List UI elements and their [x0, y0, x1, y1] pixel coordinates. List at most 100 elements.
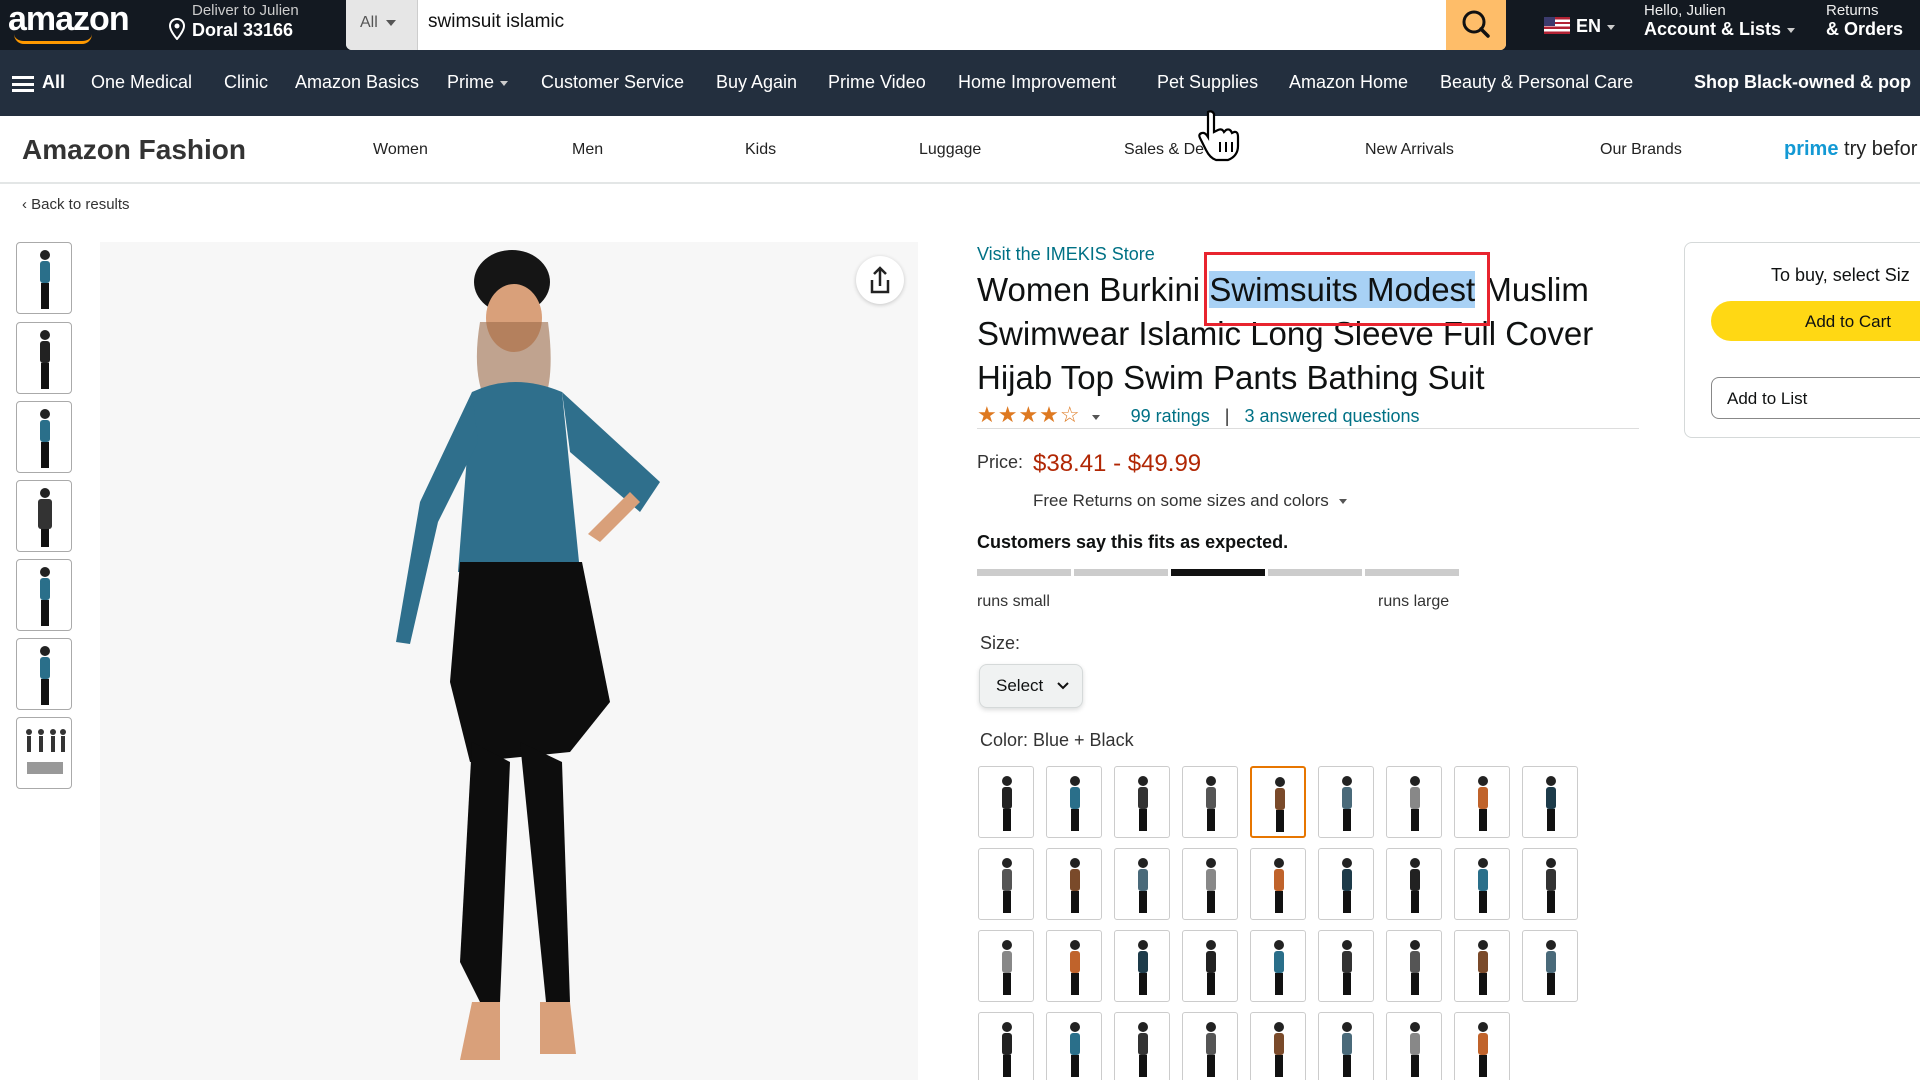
back-to-results-link[interactable]: ‹ Back to results	[22, 196, 130, 213]
color-swatch[interactable]	[1386, 930, 1442, 1002]
color-swatch[interactable]	[1454, 930, 1510, 1002]
figure-icon	[1138, 1022, 1148, 1077]
color-swatch[interactable]	[1250, 848, 1306, 920]
figure-icon	[1070, 858, 1080, 913]
fashion-kids[interactable]: Kids	[745, 141, 776, 159]
nav-all[interactable]: All	[42, 72, 65, 93]
figure-icon	[1070, 776, 1080, 831]
product-thumbnail[interactable]	[16, 242, 72, 314]
color-swatch[interactable]	[1250, 930, 1306, 1002]
amazon-fashion-brand[interactable]: Amazon Fashion	[22, 134, 246, 166]
color-swatch[interactable]	[1250, 766, 1306, 838]
title-before: Women Burkini	[977, 271, 1210, 308]
color-swatch[interactable]	[1114, 1012, 1170, 1080]
product-thumbnail[interactable]	[16, 559, 72, 631]
color-swatch[interactable]	[1454, 848, 1510, 920]
fashion-women[interactable]: Women	[373, 141, 428, 159]
figure-icon	[1342, 858, 1352, 913]
nav-one-medical[interactable]: One Medical	[91, 72, 192, 93]
color-swatch[interactable]	[1386, 766, 1442, 838]
returns-orders[interactable]: Returns & Orders	[1826, 2, 1903, 40]
nav-amazon-basics[interactable]: Amazon Basics	[295, 72, 419, 93]
color-swatch[interactable]	[1386, 1012, 1442, 1080]
color-swatch[interactable]	[1386, 848, 1442, 920]
fashion-subnav: Amazon Fashion Women Men Kids Luggage Sa…	[0, 116, 1920, 184]
product-thumbnail[interactable]	[16, 322, 72, 394]
free-returns-link[interactable]: Free Returns on some sizes and colors	[1033, 491, 1347, 511]
color-swatch[interactable]	[978, 848, 1034, 920]
nav-pet-supplies[interactable]: Pet Supplies	[1157, 72, 1258, 93]
color-swatch[interactable]	[1182, 766, 1238, 838]
color-swatch[interactable]	[1046, 766, 1102, 838]
search-bar: All	[346, 0, 1506, 50]
search-input[interactable]	[428, 0, 1428, 44]
nav-clinic[interactable]: Clinic	[224, 72, 268, 93]
size-label: Size:	[980, 633, 1021, 653]
nav-prime-video[interactable]: Prime Video	[828, 72, 926, 93]
fashion-men[interactable]: Men	[572, 141, 603, 159]
fashion-luggage[interactable]: Luggage	[919, 141, 981, 159]
figure-icon	[1138, 940, 1148, 995]
product-thumbnail[interactable]	[16, 401, 72, 473]
language-selector[interactable]: EN	[1544, 16, 1616, 37]
color-swatch[interactable]	[1318, 766, 1374, 838]
color-swatch[interactable]	[1046, 1012, 1102, 1080]
color-swatch[interactable]	[1046, 848, 1102, 920]
color-swatch[interactable]	[1522, 930, 1578, 1002]
account-lists[interactable]: Hello, Julien Account & Lists	[1644, 2, 1796, 40]
search-category-dropdown[interactable]: All	[346, 0, 418, 50]
color-swatch[interactable]	[1318, 1012, 1374, 1080]
add-to-list-button[interactable]: Add to List	[1711, 377, 1920, 419]
color-swatch[interactable]	[1114, 930, 1170, 1002]
color-swatch[interactable]	[978, 1012, 1034, 1080]
color-swatch[interactable]	[1522, 848, 1578, 920]
color-swatch[interactable]	[1182, 1012, 1238, 1080]
hamburger-menu-icon[interactable]	[12, 76, 34, 92]
color-swatch[interactable]	[978, 766, 1034, 838]
star-rating-icon[interactable]: ★★★★☆	[977, 402, 1081, 427]
figure-icon	[1002, 858, 1012, 913]
fashion-sales-deals[interactable]: Sales & De	[1124, 141, 1204, 159]
prime-try-before[interactable]: prime try befor	[1784, 138, 1917, 161]
nav-beauty-personal-care[interactable]: Beauty & Personal Care	[1440, 72, 1633, 93]
fashion-our-brands[interactable]: Our Brands	[1600, 141, 1682, 159]
size-select[interactable]: Select	[979, 664, 1083, 708]
color-swatch[interactable]	[1250, 1012, 1306, 1080]
color-swatch[interactable]	[1454, 766, 1510, 838]
product-thumbnail[interactable]	[16, 717, 72, 789]
chevron-down-icon[interactable]	[1091, 414, 1100, 420]
color-swatch[interactable]	[1454, 1012, 1510, 1080]
fit-scale-segment	[1268, 569, 1362, 576]
store-link[interactable]: Visit the IMEKIS Store	[977, 244, 1155, 265]
color-swatch[interactable]	[1046, 930, 1102, 1002]
fashion-new-arrivals[interactable]: New Arrivals	[1365, 141, 1454, 159]
fit-runs-small: runs small	[977, 593, 1050, 610]
figure-icon	[1138, 776, 1148, 831]
color-swatch[interactable]	[1182, 930, 1238, 1002]
product-thumbnail[interactable]	[16, 480, 72, 552]
nav-amazon-home[interactable]: Amazon Home	[1289, 72, 1408, 93]
figure-icon	[1274, 940, 1284, 995]
add-to-cart-button[interactable]: Add to Cart	[1711, 301, 1920, 341]
color-swatch[interactable]	[1114, 766, 1170, 838]
color-swatch[interactable]	[1182, 848, 1238, 920]
color-swatch[interactable]	[1522, 766, 1578, 838]
color-swatch[interactable]	[1318, 848, 1374, 920]
nav-buy-again[interactable]: Buy Again	[716, 72, 797, 93]
share-button[interactable]	[856, 256, 904, 304]
figure-icon	[1410, 1022, 1420, 1077]
product-thumbnail[interactable]	[16, 638, 72, 710]
color-swatch[interactable]	[1114, 848, 1170, 920]
color-swatch[interactable]	[978, 930, 1034, 1002]
figure-icon	[1206, 858, 1216, 913]
ratings-count-link[interactable]: 99 ratings	[1131, 406, 1210, 426]
main-product-image[interactable]	[100, 242, 918, 1080]
search-button[interactable]	[1446, 0, 1506, 50]
fit-summary: Customers say this fits as expected.	[977, 532, 1289, 552]
nav-shop-black-owned[interactable]: Shop Black-owned & pop	[1694, 72, 1911, 93]
nav-customer-service[interactable]: Customer Service	[541, 72, 684, 93]
nav-prime[interactable]: Prime	[447, 72, 509, 93]
nav-home-improvement[interactable]: Home Improvement	[958, 72, 1116, 93]
answered-questions-link[interactable]: 3 answered questions	[1244, 406, 1419, 426]
color-swatch[interactable]	[1318, 930, 1374, 1002]
